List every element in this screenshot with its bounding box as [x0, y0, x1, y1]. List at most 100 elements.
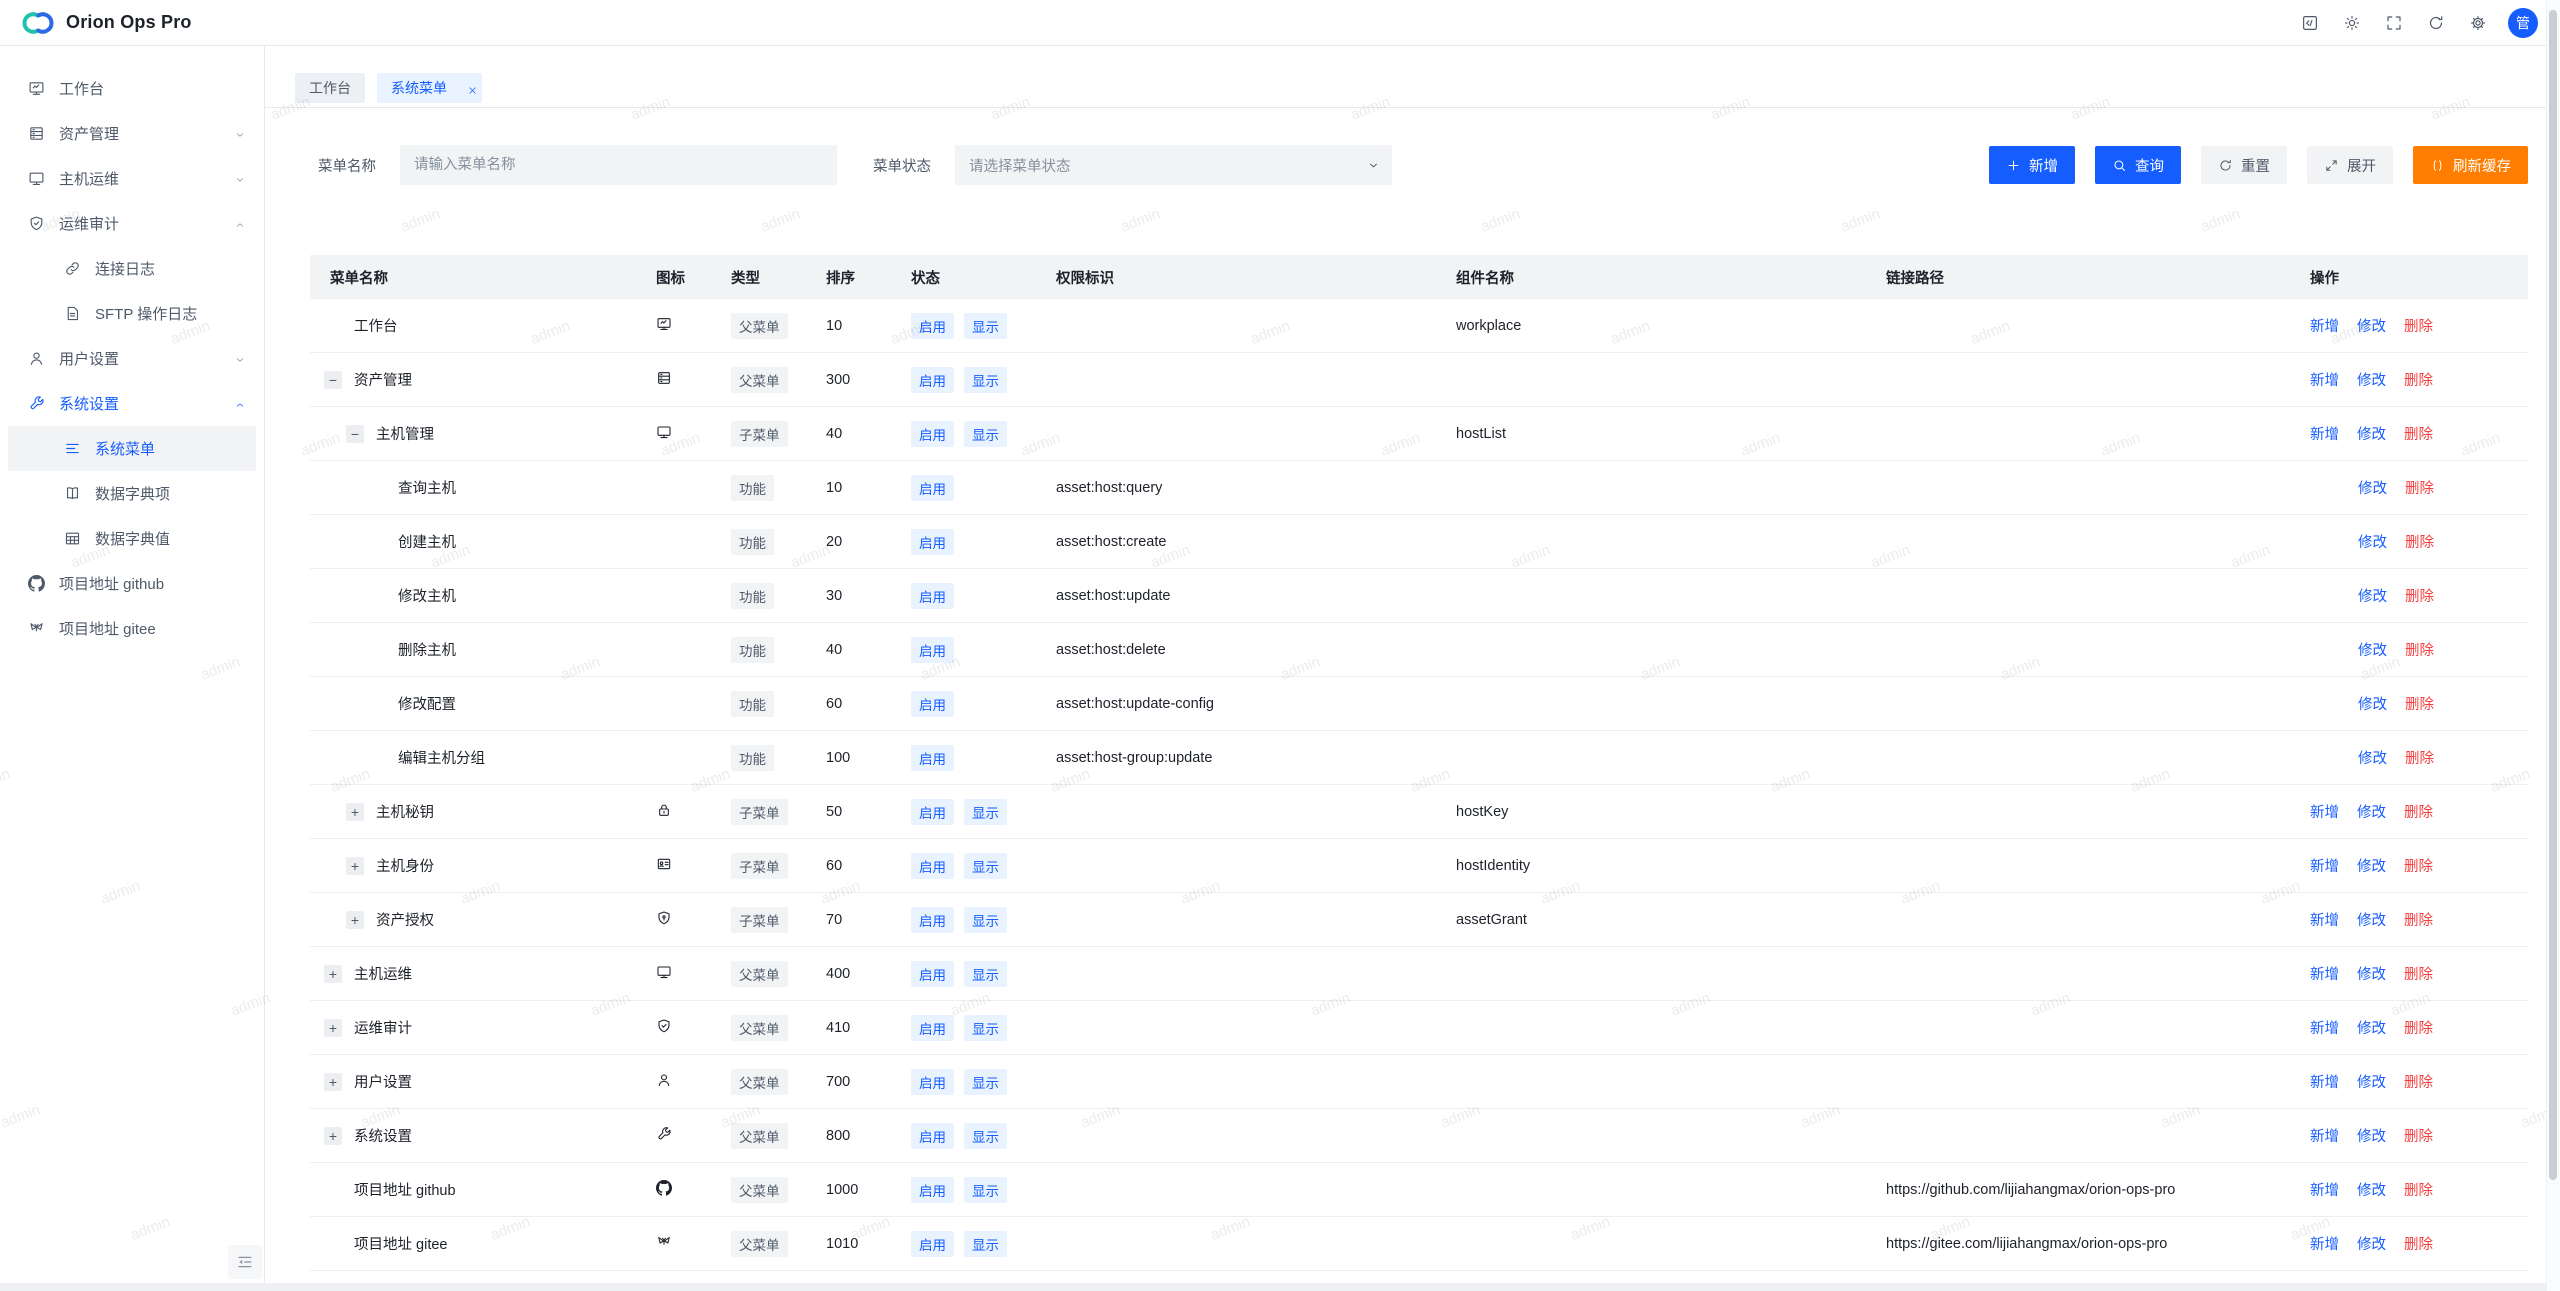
- row-delete-link[interactable]: 删除: [2404, 855, 2433, 876]
- row-edit-link[interactable]: 修改: [2358, 693, 2387, 714]
- actions-cell: 修改删除: [2290, 693, 2528, 714]
- user-avatar[interactable]: 管: [2508, 8, 2538, 38]
- expand-row-button[interactable]: +: [324, 1127, 342, 1145]
- sidebar-item-dict-keys[interactable]: 数据字典项: [8, 471, 256, 516]
- scrollbar-thumb[interactable]: [2549, 10, 2557, 1180]
- row-delete-link[interactable]: 删除: [2405, 531, 2434, 552]
- expand-row-button[interactable]: +: [346, 911, 364, 929]
- row-delete-link[interactable]: 删除: [2404, 1071, 2433, 1092]
- expand-row-button[interactable]: +: [346, 803, 364, 821]
- sidebar-item-system-settings[interactable]: 系统设置: [8, 381, 256, 426]
- row-add-link[interactable]: 新增: [2310, 909, 2339, 930]
- actions-cell: 新增修改删除: [2290, 315, 2528, 336]
- row-delete-link[interactable]: 删除: [2404, 1233, 2433, 1254]
- row-add-link[interactable]: 新增: [2310, 1233, 2339, 1254]
- row-delete-link[interactable]: 删除: [2404, 1179, 2433, 1200]
- row-edit-link[interactable]: 修改: [2357, 1179, 2386, 1200]
- row-add-link[interactable]: 新增: [2310, 369, 2339, 390]
- brand[interactable]: Orion Ops Pro: [20, 9, 192, 37]
- sidebar-collapse-button[interactable]: [228, 1245, 262, 1279]
- row-edit-link[interactable]: 修改: [2357, 909, 2386, 930]
- row-delete-link[interactable]: 删除: [2404, 963, 2433, 984]
- github-icon: [656, 1180, 672, 1196]
- tab-workbench[interactable]: 工作台: [295, 73, 365, 103]
- menu-name-cell: 编辑主机分组: [310, 747, 640, 768]
- row-add-link[interactable]: 新增: [2310, 855, 2339, 876]
- row-edit-link[interactable]: 修改: [2357, 423, 2386, 444]
- row-delete-link[interactable]: 删除: [2404, 801, 2433, 822]
- row-edit-link[interactable]: 修改: [2358, 639, 2387, 660]
- row-add-link[interactable]: 新增: [2310, 1125, 2339, 1146]
- theme-toggle-button[interactable]: [2336, 7, 2368, 39]
- query-button[interactable]: 查询: [2095, 146, 2181, 184]
- add-button[interactable]: 新增: [1989, 146, 2075, 184]
- settings-button[interactable]: [2462, 7, 2494, 39]
- collapse-row-button[interactable]: −: [346, 425, 364, 443]
- tab-system-menu[interactable]: 系统菜单: [377, 73, 482, 103]
- sidebar-item-host-ops[interactable]: 主机运维: [8, 156, 256, 201]
- sidebar-item-system-menu[interactable]: 系统菜单: [8, 426, 256, 471]
- row-add-link[interactable]: 新增: [2310, 423, 2339, 444]
- row-edit-link[interactable]: 修改: [2358, 531, 2387, 552]
- row-edit-link[interactable]: 修改: [2358, 477, 2387, 498]
- column-header-path: 链接路径: [1870, 267, 2290, 288]
- sidebar-item-gitee-link[interactable]: 项目地址 gitee: [8, 606, 256, 651]
- row-edit-link[interactable]: 修改: [2357, 855, 2386, 876]
- row-delete-link[interactable]: 删除: [2405, 693, 2434, 714]
- row-edit-link[interactable]: 修改: [2357, 1233, 2386, 1254]
- row-delete-link[interactable]: 删除: [2404, 369, 2433, 390]
- tab-close-button[interactable]: [457, 83, 468, 94]
- sidebar-item-dict-values[interactable]: 数据字典值: [8, 516, 256, 561]
- expand-row-button[interactable]: +: [324, 1073, 342, 1091]
- row-edit-link[interactable]: 修改: [2358, 747, 2387, 768]
- row-delete-link[interactable]: 删除: [2404, 315, 2433, 336]
- path-cell: https://github.com/lijiahangmax/orion-op…: [1870, 1182, 2290, 1198]
- expand-button[interactable]: 展开: [2307, 146, 2393, 184]
- collapse-row-button[interactable]: −: [324, 371, 342, 389]
- expand-row-button[interactable]: +: [324, 1019, 342, 1037]
- row-edit-link[interactable]: 修改: [2357, 1017, 2386, 1038]
- row-delete-link[interactable]: 删除: [2405, 747, 2434, 768]
- fullscreen-button[interactable]: [2378, 7, 2410, 39]
- row-add-link[interactable]: 新增: [2310, 1071, 2339, 1092]
- sort-cell: 20: [810, 534, 895, 550]
- sidebar-item-connect-log[interactable]: 连接日志: [8, 246, 256, 291]
- row-add-link[interactable]: 新增: [2310, 963, 2339, 984]
- row-delete-link[interactable]: 删除: [2405, 639, 2434, 660]
- row-add-link[interactable]: 新增: [2310, 1179, 2339, 1200]
- sidebar-item-sftp-log[interactable]: SFTP 操作日志: [8, 291, 256, 336]
- row-edit-link[interactable]: 修改: [2357, 1071, 2386, 1092]
- sidebar-item-ops-audit[interactable]: 运维审计: [8, 201, 256, 246]
- menu-type-cell: 父菜单: [715, 367, 810, 393]
- sidebar-item-asset-management[interactable]: 资产管理: [8, 111, 256, 156]
- expand-row-button[interactable]: +: [324, 965, 342, 983]
- row-edit-link[interactable]: 修改: [2357, 801, 2386, 822]
- row-delete-link[interactable]: 删除: [2404, 423, 2433, 444]
- row-delete-link[interactable]: 删除: [2404, 909, 2433, 930]
- sidebar-item-user-settings[interactable]: 用户设置: [8, 336, 256, 381]
- row-add-link[interactable]: 新增: [2310, 315, 2339, 336]
- row-delete-link[interactable]: 删除: [2405, 585, 2434, 606]
- vertical-scrollbar[interactable]: [2546, 0, 2560, 1291]
- sidebar-item-workbench[interactable]: 工作台: [8, 66, 256, 111]
- row-delete-link[interactable]: 删除: [2404, 1017, 2433, 1038]
- menu-status-select[interactable]: 请选择菜单状态: [955, 145, 1392, 185]
- menu-name-input[interactable]: [400, 145, 837, 185]
- expand-row-button[interactable]: +: [346, 857, 364, 875]
- row-add-link[interactable]: 新增: [2310, 801, 2339, 822]
- row-edit-link[interactable]: 修改: [2357, 963, 2386, 984]
- refresh-cache-button[interactable]: 刷新缓存: [2413, 146, 2528, 184]
- row-edit-link[interactable]: 修改: [2357, 1125, 2386, 1146]
- menu-name-cell: +主机身份: [310, 855, 640, 876]
- row-delete-link[interactable]: 删除: [2405, 477, 2434, 498]
- actions-cell: 修改删除: [2290, 747, 2528, 768]
- row-edit-link[interactable]: 修改: [2357, 315, 2386, 336]
- code-preview-button[interactable]: [2294, 7, 2326, 39]
- reset-button[interactable]: 重置: [2201, 146, 2287, 184]
- sidebar-item-github-link[interactable]: 项目地址 github: [8, 561, 256, 606]
- row-delete-link[interactable]: 删除: [2404, 1125, 2433, 1146]
- reload-button[interactable]: [2420, 7, 2452, 39]
- row-add-link[interactable]: 新增: [2310, 1017, 2339, 1038]
- row-edit-link[interactable]: 修改: [2358, 585, 2387, 606]
- row-edit-link[interactable]: 修改: [2357, 369, 2386, 390]
